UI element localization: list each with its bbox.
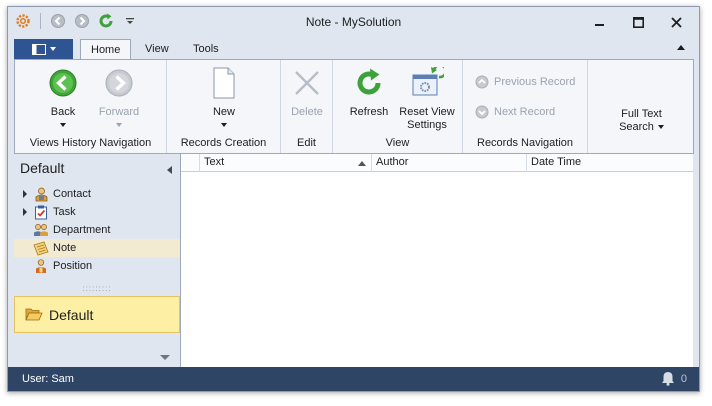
next-record-label: Next Record	[494, 106, 556, 118]
app-menu-icon	[31, 43, 46, 55]
bell-icon	[661, 372, 674, 386]
navigation-panel: Default Contact Task Department Note Pos…	[14, 154, 180, 368]
title-bar: Note - MySolution	[8, 7, 699, 37]
tab-home[interactable]: Home	[80, 39, 132, 60]
notifications-button[interactable]: 0	[661, 371, 687, 386]
refresh-label: Refresh	[349, 106, 389, 118]
group-label-view: View	[385, 137, 410, 149]
nav-group-default[interactable]: Default	[14, 296, 180, 333]
contact-icon	[33, 186, 49, 202]
refresh-button[interactable]: Refresh	[341, 66, 397, 119]
next-record-button[interactable]: Next Record	[475, 105, 555, 119]
full-text-search-line1: Full Text	[621, 108, 662, 120]
department-icon	[33, 222, 49, 238]
previous-record-label: Previous Record	[494, 76, 576, 88]
nav-item-task[interactable]: Task	[14, 203, 180, 221]
group-label-records-creation: Records Creation	[180, 137, 267, 149]
group-records-navigation: Previous Record Next Record Records Navi…	[463, 60, 588, 153]
sort-ascending-icon	[358, 161, 366, 166]
delete-icon	[295, 71, 319, 95]
note-icon	[33, 240, 49, 256]
delete-label: Delete	[291, 106, 323, 118]
forward-button[interactable]: Forward	[91, 66, 147, 127]
expand-arrow-icon[interactable]	[23, 190, 27, 198]
nav-item-label: Contact	[53, 188, 91, 200]
forward-arrow-icon	[105, 69, 133, 97]
position-icon	[33, 258, 49, 274]
reset-view-settings-icon	[412, 67, 444, 96]
nav-panel-header: Default	[20, 160, 65, 176]
row-indicator-header	[181, 154, 200, 172]
new-document-icon	[213, 67, 235, 99]
refresh-icon	[357, 68, 381, 95]
next-record-icon	[475, 105, 489, 119]
app-window: Note - MySolution Home View Tools Back F…	[7, 6, 700, 392]
tab-tools[interactable]: Tools	[183, 39, 229, 60]
notification-count: 0	[680, 372, 687, 385]
close-button[interactable]	[657, 9, 695, 35]
group-edit: Delete Edit	[281, 60, 333, 153]
close-icon	[670, 16, 682, 28]
collapse-nav-panel-icon[interactable]	[167, 166, 172, 174]
nav-item-position[interactable]: Position	[14, 257, 180, 275]
delete-button[interactable]: Delete	[279, 66, 335, 119]
ribbon-tabs: Home View Tools	[8, 37, 699, 60]
group-search: Full Text Search	[588, 60, 695, 153]
group-view: Refresh Reset View Settings View	[333, 60, 463, 153]
nav-item-list: Contact Task Department Note Position	[14, 185, 180, 275]
status-user: User: Sam	[22, 373, 74, 385]
minimize-icon	[595, 24, 604, 26]
nav-item-label: Note	[53, 242, 77, 254]
reset-view-label-line1: Reset View	[399, 106, 455, 118]
maximize-icon	[632, 16, 644, 28]
chevron-down-icon[interactable]	[160, 355, 170, 360]
collapse-ribbon-button[interactable]	[677, 45, 685, 50]
app-menu-button[interactable]	[14, 39, 73, 59]
records-grid: Text Author Date Time	[180, 154, 693, 368]
back-button[interactable]: Back	[35, 66, 91, 127]
full-text-search-button[interactable]: Full Text Search	[588, 108, 695, 134]
status-bar: User: Sam 0	[8, 367, 699, 391]
column-header-author[interactable]: Author	[372, 154, 527, 172]
nav-item-note[interactable]: Note	[14, 239, 180, 257]
new-button[interactable]: New	[196, 66, 252, 127]
back-arrow-icon	[49, 69, 77, 97]
back-label: Back	[50, 106, 76, 118]
group-records-creation: New Records Creation	[167, 60, 281, 153]
grid-header: Text Author Date Time	[181, 154, 693, 172]
group-label-edit: Edit	[297, 137, 316, 149]
column-header-text[interactable]: Text	[200, 154, 372, 172]
previous-record-button[interactable]: Previous Record	[475, 75, 575, 89]
column-header-date-time[interactable]: Date Time	[527, 154, 693, 172]
maximize-button[interactable]	[619, 9, 657, 35]
reset-view-label-line2: Settings	[407, 119, 447, 131]
new-label: New	[212, 106, 235, 118]
task-icon	[33, 204, 49, 220]
expand-arrow-icon[interactable]	[23, 208, 27, 216]
minimize-button[interactable]	[581, 9, 619, 35]
previous-record-icon	[475, 75, 489, 89]
window-controls	[581, 9, 695, 35]
nav-item-label: Position	[53, 260, 93, 272]
tab-view[interactable]: View	[135, 39, 179, 60]
nav-panel-splitter[interactable]: :::::::::	[14, 285, 180, 293]
nav-group-label: Default	[49, 306, 94, 323]
folder-open-icon	[25, 308, 43, 321]
search-dropdown-icon	[657, 124, 664, 129]
group-views-history: Back Forward Views History Navigation	[15, 60, 167, 153]
full-text-search-line2: Search	[619, 121, 654, 133]
group-label-records-navigation: Records Navigation	[477, 137, 573, 149]
nav-item-department[interactable]: Department	[14, 221, 180, 239]
ribbon-body: Back Forward Views History Navigation Ne…	[14, 59, 694, 154]
group-label-views-history: Views History Navigation	[29, 137, 152, 149]
forward-label: Forward	[98, 106, 140, 118]
reset-view-settings-button[interactable]: Reset View Settings	[395, 66, 459, 132]
nav-item-contact[interactable]: Contact	[14, 185, 180, 203]
nav-item-label: Task	[53, 206, 76, 218]
nav-item-label: Department	[53, 224, 111, 236]
